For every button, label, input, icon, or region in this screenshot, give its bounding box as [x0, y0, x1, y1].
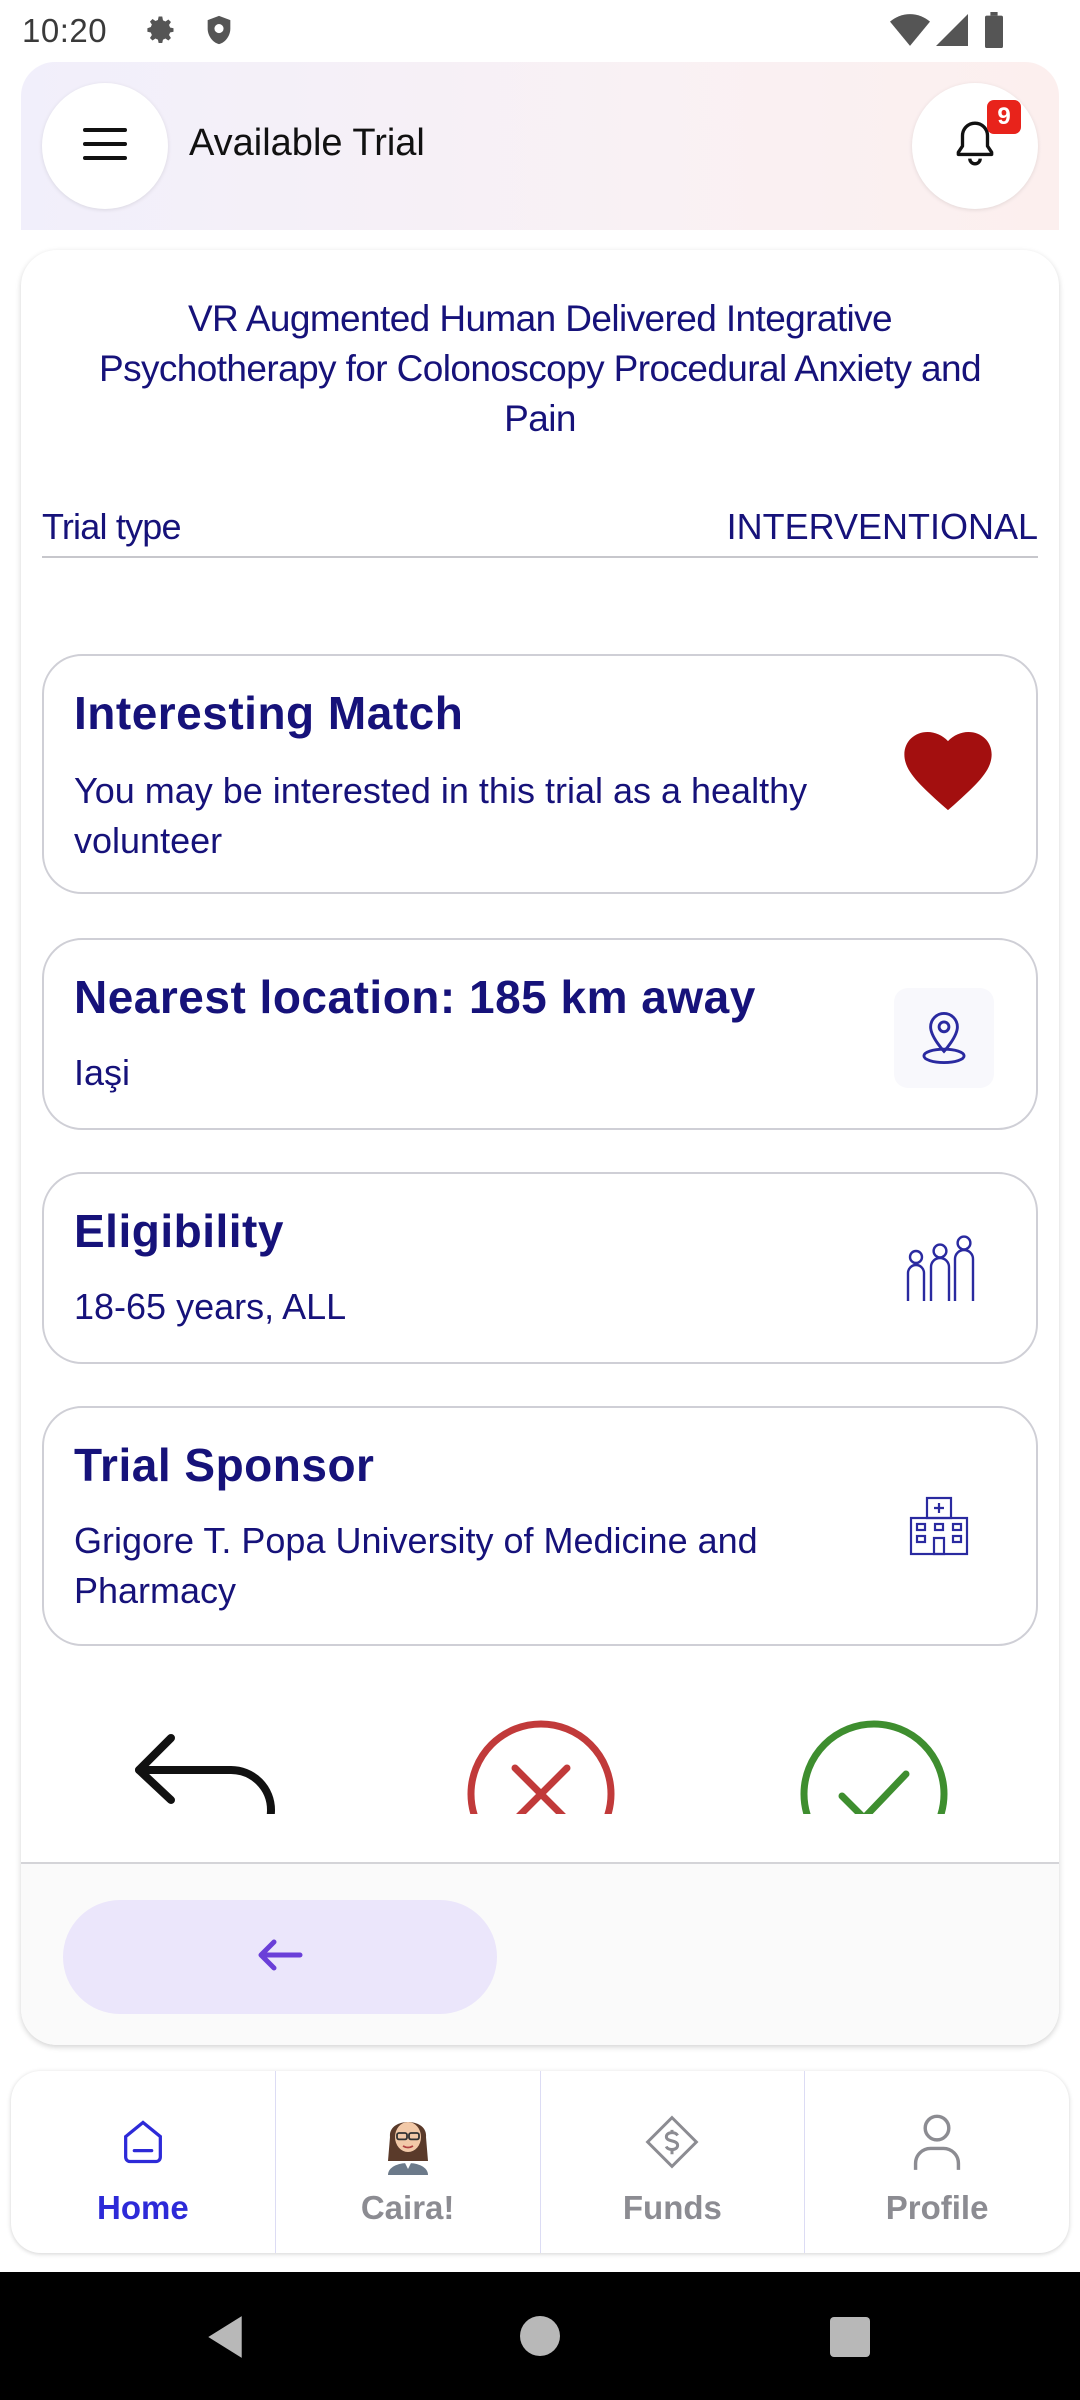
- nav-item-home[interactable]: Home: [11, 2071, 276, 2253]
- location-card[interactable]: Nearest location: 185 km away Iaşi: [42, 938, 1038, 1130]
- wifi-icon: [890, 14, 930, 51]
- trial-type-row: Trial type INTERVENTIONAL: [42, 498, 1038, 558]
- undo-button[interactable]: [131, 1730, 281, 1814]
- nav-item-funds[interactable]: Funds: [541, 2071, 806, 2253]
- heart-icon: [902, 726, 994, 818]
- arrow-left-icon: [256, 1937, 304, 1978]
- nav-label-caira: Caira!: [360, 2189, 455, 2226]
- gear-icon: [142, 12, 178, 53]
- notification-badge: 9: [987, 100, 1021, 134]
- eligibility-title: Eligibility: [74, 1205, 284, 1257]
- location-text: Iaşi: [74, 1052, 131, 1093]
- system-back-icon[interactable]: [204, 2314, 246, 2365]
- sponsor-card[interactable]: Trial Sponsor Grigore T. Popa University…: [42, 1406, 1038, 1646]
- app-header: Available Trial 9: [21, 62, 1059, 230]
- eligibility-text: 18-65 years, ALL: [74, 1286, 347, 1327]
- system-home-icon[interactable]: [520, 2316, 560, 2361]
- nav-label-home: Home: [97, 2189, 189, 2226]
- people-group-icon: [890, 1224, 990, 1314]
- location-pin-icon: [894, 988, 994, 1088]
- trial-type-label: Trial type: [42, 506, 182, 547]
- hospital-icon: [894, 1484, 984, 1568]
- nav-label-profile: Profile: [885, 2189, 989, 2226]
- eligibility-card[interactable]: Eligibility 18-65 years, ALL: [42, 1172, 1038, 1364]
- reject-button[interactable]: [465, 1718, 617, 1814]
- shield-icon: [202, 12, 236, 53]
- card-footer: [21, 1862, 1059, 2045]
- match-title: Interesting Match: [74, 687, 464, 739]
- bottom-nav: Home Caira! Funds Profile: [11, 2071, 1069, 2253]
- funds-icon: [642, 2111, 702, 2173]
- status-time: 10:20: [22, 12, 108, 49]
- signal-icon: [936, 14, 968, 51]
- battery-icon: [984, 12, 1004, 53]
- action-buttons: [21, 1718, 1059, 1814]
- hamburger-menu-icon: [81, 124, 129, 169]
- system-recents-icon[interactable]: [830, 2317, 870, 2362]
- menu-button[interactable]: [42, 83, 168, 209]
- trial-title: VR Augmented Human Delivered Integrative…: [99, 298, 982, 439]
- nav-label-funds: Funds: [622, 2189, 722, 2226]
- home-icon: [113, 2111, 173, 2173]
- system-nav-bar: [0, 2272, 1080, 2400]
- match-text: You may be interested in this trial as a…: [74, 770, 808, 861]
- trial-type-value: INTERVENTIONAL: [726, 506, 1038, 547]
- avatar-icon: [378, 2111, 438, 2175]
- sponsor-title: Trial Sponsor: [74, 1439, 375, 1491]
- sponsor-text: Grigore T. Popa University of Medicine a…: [74, 1520, 758, 1611]
- trial-card: VR Augmented Human Delivered Integrative…: [21, 250, 1059, 2045]
- profile-icon: [907, 2111, 967, 2173]
- accept-button[interactable]: [798, 1718, 950, 1814]
- back-button[interactable]: [63, 1900, 497, 2014]
- page-title: Available Trial: [189, 122, 425, 164]
- location-title: Nearest location: 185 km away: [74, 971, 756, 1023]
- match-card[interactable]: Interesting Match You may be interested …: [42, 654, 1038, 894]
- nav-item-caira[interactable]: Caira!: [276, 2071, 541, 2253]
- status-bar: 10:20: [0, 0, 1080, 62]
- nav-item-profile[interactable]: Profile: [805, 2071, 1069, 2253]
